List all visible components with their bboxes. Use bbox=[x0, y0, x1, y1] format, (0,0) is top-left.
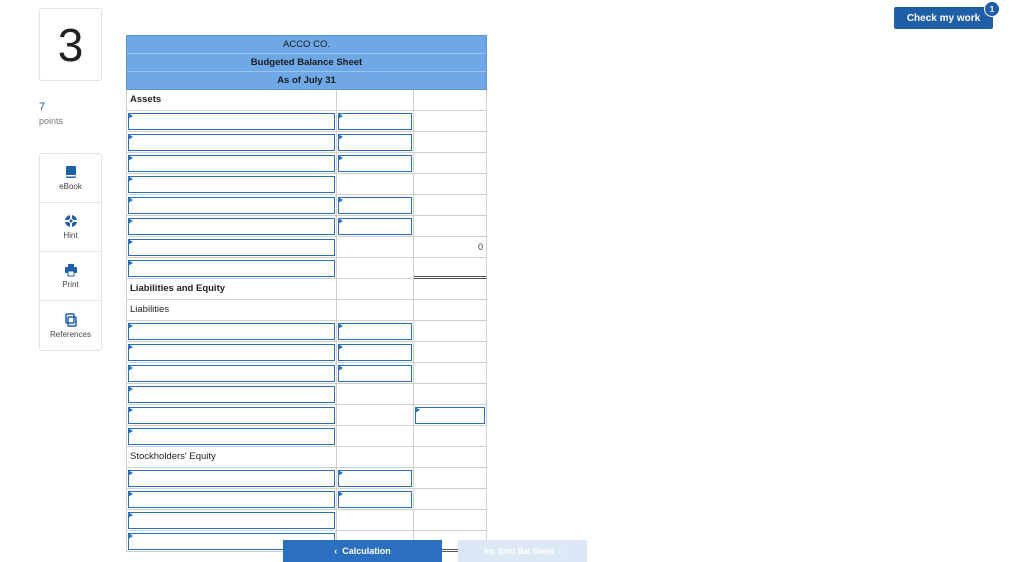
tools-panel: eBook Hint Print References bbox=[39, 153, 102, 351]
asset-amount-input-5[interactable] bbox=[338, 197, 413, 214]
asset-name-input-2[interactable] bbox=[127, 134, 336, 151]
equity-name-input-1[interactable] bbox=[127, 470, 336, 487]
question-number-box: 3 bbox=[39, 8, 102, 81]
table-row: Stockholders' Equity bbox=[127, 447, 487, 468]
asset-amount-input-2[interactable] bbox=[338, 134, 413, 151]
sheet-header: ACCO CO. Budgeted Balance Sheet As of Ju… bbox=[126, 35, 487, 90]
question-number: 3 bbox=[57, 18, 84, 71]
liability-name-input-4[interactable] bbox=[127, 386, 336, 403]
equity-name-input-2[interactable] bbox=[127, 491, 336, 508]
liability-name-input-2[interactable] bbox=[127, 344, 336, 361]
liability-amount-input-3[interactable] bbox=[338, 365, 413, 382]
asset-name-input-3[interactable] bbox=[127, 155, 336, 172]
liabilities-equity-label: Liabilities and Equity bbox=[127, 279, 338, 300]
balance-sheet-table: ACCO CO. Budgeted Balance Sheet As of Ju… bbox=[126, 35, 487, 552]
printer-icon bbox=[64, 264, 77, 277]
total-liabilities-label-input[interactable] bbox=[127, 407, 336, 424]
table-row bbox=[127, 405, 487, 426]
total-liabilities-amount-input[interactable] bbox=[415, 407, 485, 424]
equity-name-input-3[interactable] bbox=[127, 512, 336, 529]
next-tab-button[interactable]: Inc Stmt Bal Sheet › bbox=[458, 540, 587, 562]
sheet-rows: Assets 0 Liabilities and Equity Liabilit… bbox=[126, 90, 487, 552]
liability-extra-input[interactable] bbox=[127, 428, 336, 445]
table-row bbox=[127, 111, 487, 132]
prev-tab-button[interactable]: ‹ Calculation bbox=[283, 540, 442, 562]
asset-amount-input-1[interactable] bbox=[338, 113, 413, 130]
table-row bbox=[127, 489, 487, 510]
liability-name-input-3[interactable] bbox=[127, 365, 336, 382]
check-my-work-button[interactable]: Check my work bbox=[894, 7, 993, 29]
table-row bbox=[127, 321, 487, 342]
table-row bbox=[127, 132, 487, 153]
total-assets-label-input[interactable] bbox=[127, 239, 336, 256]
asset-name-input-5[interactable] bbox=[127, 197, 336, 214]
copy-icon bbox=[64, 312, 77, 327]
table-row bbox=[127, 153, 487, 174]
attempts-badge: 1 bbox=[984, 1, 1000, 17]
equity-amount-input-2[interactable] bbox=[338, 491, 413, 508]
asset-name-input-4[interactable] bbox=[127, 176, 336, 193]
points-value: 7 bbox=[39, 101, 46, 113]
table-row bbox=[127, 363, 487, 384]
table-row bbox=[127, 195, 487, 216]
table-row: Liabilities and Equity bbox=[127, 279, 487, 300]
ebook-button[interactable]: eBook bbox=[40, 154, 101, 203]
liability-name-input-1[interactable] bbox=[127, 323, 336, 340]
table-row bbox=[127, 342, 487, 363]
liabilities-label: Liabilities bbox=[127, 300, 338, 321]
table-row bbox=[127, 426, 487, 447]
sheet-title: Budgeted Balance Sheet bbox=[127, 54, 486, 72]
table-row bbox=[127, 174, 487, 195]
asset-extra-input[interactable] bbox=[127, 260, 336, 277]
equity-amount-input-1[interactable] bbox=[338, 470, 413, 487]
liability-amount-input-2[interactable] bbox=[338, 344, 413, 361]
chevron-right-icon: › bbox=[558, 546, 562, 556]
points-label: points bbox=[39, 116, 64, 126]
table-row bbox=[127, 468, 487, 489]
sheet-date: As of July 31 bbox=[127, 72, 486, 90]
table-row bbox=[127, 384, 487, 405]
table-row: Assets bbox=[127, 90, 487, 111]
asset-amount-input-3[interactable] bbox=[338, 155, 413, 172]
hint-button[interactable]: Hint bbox=[40, 203, 101, 252]
table-row bbox=[127, 258, 487, 279]
asset-amount-input-6[interactable] bbox=[338, 218, 413, 235]
book-icon bbox=[65, 166, 76, 178]
chevron-left-icon: ‹ bbox=[334, 546, 338, 556]
table-row bbox=[127, 216, 487, 237]
table-row: Liabilities bbox=[127, 300, 487, 321]
total-assets-value: 0 bbox=[414, 237, 487, 258]
equity-label: Stockholders' Equity bbox=[127, 447, 338, 468]
liability-amount-input-1[interactable] bbox=[338, 323, 413, 340]
print-button[interactable]: Print bbox=[40, 252, 101, 301]
asset-name-input-6[interactable] bbox=[127, 218, 336, 235]
table-row: 0 bbox=[127, 237, 487, 258]
assets-label: Assets bbox=[127, 90, 338, 111]
asset-name-input-1[interactable] bbox=[127, 113, 336, 130]
lifebuoy-icon bbox=[64, 215, 77, 227]
references-button[interactable]: References bbox=[40, 301, 101, 350]
table-row bbox=[127, 510, 487, 531]
company-name: ACCO CO. bbox=[127, 36, 486, 54]
